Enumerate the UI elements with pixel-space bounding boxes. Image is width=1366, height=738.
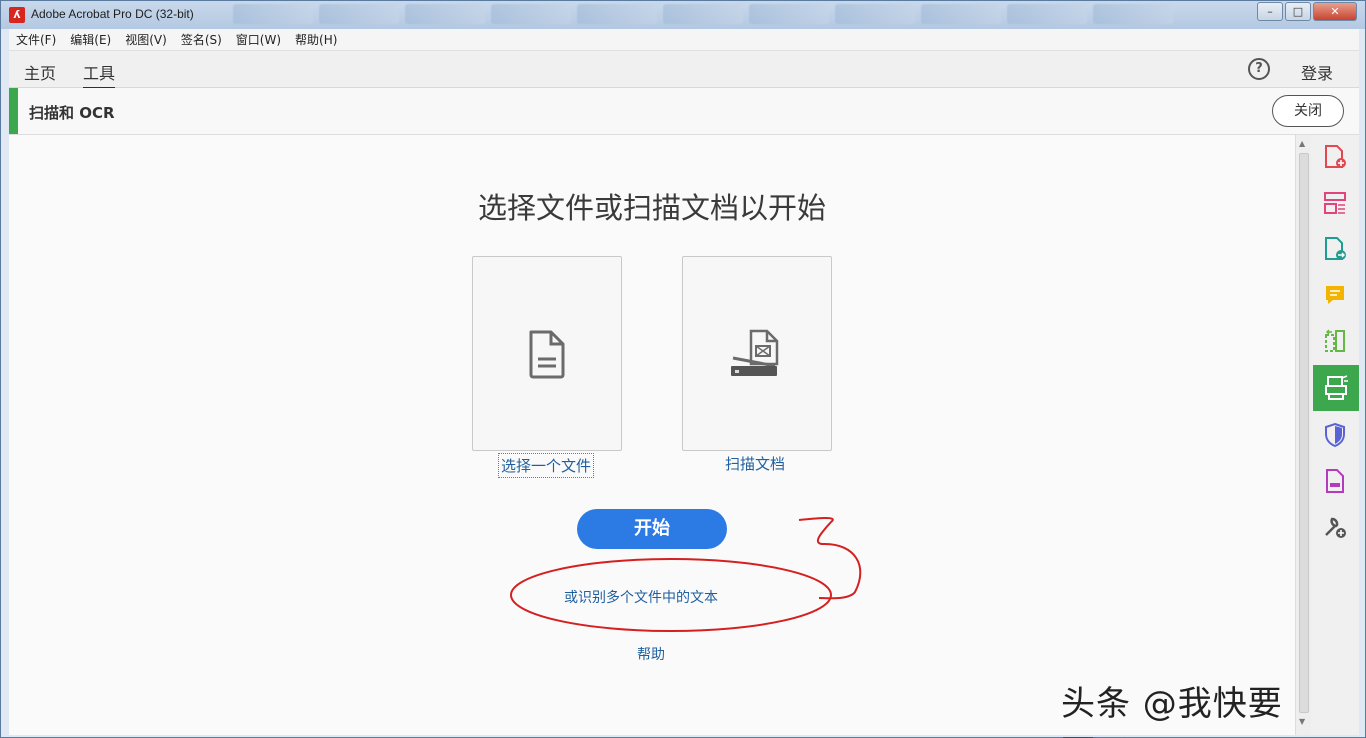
tool-accent-bar <box>9 88 18 134</box>
tool-header: 扫描和 OCR 关闭 <box>9 88 1359 135</box>
scanner-icon <box>731 329 779 376</box>
scan-document-link[interactable]: 扫描文档 <box>725 453 785 474</box>
close-window-button[interactable]: ✕ <box>1313 2 1357 21</box>
tab-home[interactable]: 主页 <box>24 60 56 84</box>
taskbar-blur <box>233 4 1253 26</box>
menu-window[interactable]: 窗口(W) <box>229 31 288 48</box>
scroll-up-icon[interactable]: ▲ <box>1299 139 1305 148</box>
multi-file-ocr-link[interactable]: 或识别多个文件中的文本 <box>564 587 718 607</box>
fill-sign-icon[interactable] <box>1315 461 1355 501</box>
acrobat-logo-icon: ʎ <box>9 7 25 23</box>
tools-rail <box>1311 135 1359 735</box>
watermark: 头条 @我快要死了 <box>1061 684 1283 738</box>
maximize-button[interactable]: □ <box>1285 2 1311 21</box>
compare-icon[interactable] <box>1315 321 1355 361</box>
minimize-button[interactable]: – <box>1257 2 1283 21</box>
nav-bar: 主页 工具 ? 登录 <box>9 51 1359 89</box>
help-link[interactable]: 帮助 <box>637 644 665 664</box>
organize-pages-icon[interactable] <box>1315 183 1355 223</box>
tool-title: 扫描和 OCR <box>29 104 115 122</box>
export-pdf-icon[interactable] <box>1315 229 1355 269</box>
document-icon <box>529 330 565 378</box>
login-button[interactable]: 登录 <box>1301 60 1333 84</box>
protect-icon[interactable] <box>1315 415 1355 455</box>
close-tool-button[interactable]: 关闭 <box>1272 95 1344 127</box>
red-annotation <box>510 517 862 632</box>
menu-file[interactable]: 文件(F) <box>9 31 63 48</box>
menu-help[interactable]: 帮助(H) <box>288 31 344 48</box>
comment-icon[interactable] <box>1315 275 1355 315</box>
menu-view[interactable]: 视图(V) <box>118 31 174 48</box>
title-bar: ʎ Adobe Acrobat Pro DC (32-bit) – □ ✕ <box>1 1 1365 29</box>
menu-sign[interactable]: 签名(S) <box>174 31 229 48</box>
scan-document-card[interactable] <box>682 256 832 451</box>
scroll-thumb[interactable] <box>1299 153 1309 713</box>
window-title: Adobe Acrobat Pro DC (32-bit) <box>31 7 194 21</box>
scroll-down-icon[interactable]: ▼ <box>1299 717 1305 726</box>
page-title: 选择文件或扫描文档以开始 <box>477 191 826 225</box>
scan-ocr-icon[interactable] <box>1313 365 1359 411</box>
select-file-card[interactable] <box>472 256 622 451</box>
window-controls: – □ ✕ <box>1255 2 1357 21</box>
menu-edit[interactable]: 编辑(E) <box>63 31 118 48</box>
acrobat-window: ʎ Adobe Acrobat Pro DC (32-bit) – □ ✕ 文件… <box>0 0 1366 738</box>
main-panel: 选择文件或扫描文档以开始 选择一个文件 扫描文档 开始 或识别多个文件中的文本 … <box>9 135 1295 738</box>
help-icon[interactable]: ? <box>1248 58 1270 80</box>
tab-tools[interactable]: 工具 <box>83 60 116 89</box>
menu-bar: 文件(F) 编辑(E) 视图(V) 签名(S) 窗口(W) 帮助(H) <box>9 29 1359 51</box>
select-file-link[interactable]: 选择一个文件 <box>498 453 595 478</box>
vertical-scrollbar[interactable]: ▲ ▼ <box>1295 135 1311 735</box>
create-pdf-icon[interactable] <box>1315 137 1355 177</box>
more-tools-icon[interactable] <box>1315 507 1355 547</box>
